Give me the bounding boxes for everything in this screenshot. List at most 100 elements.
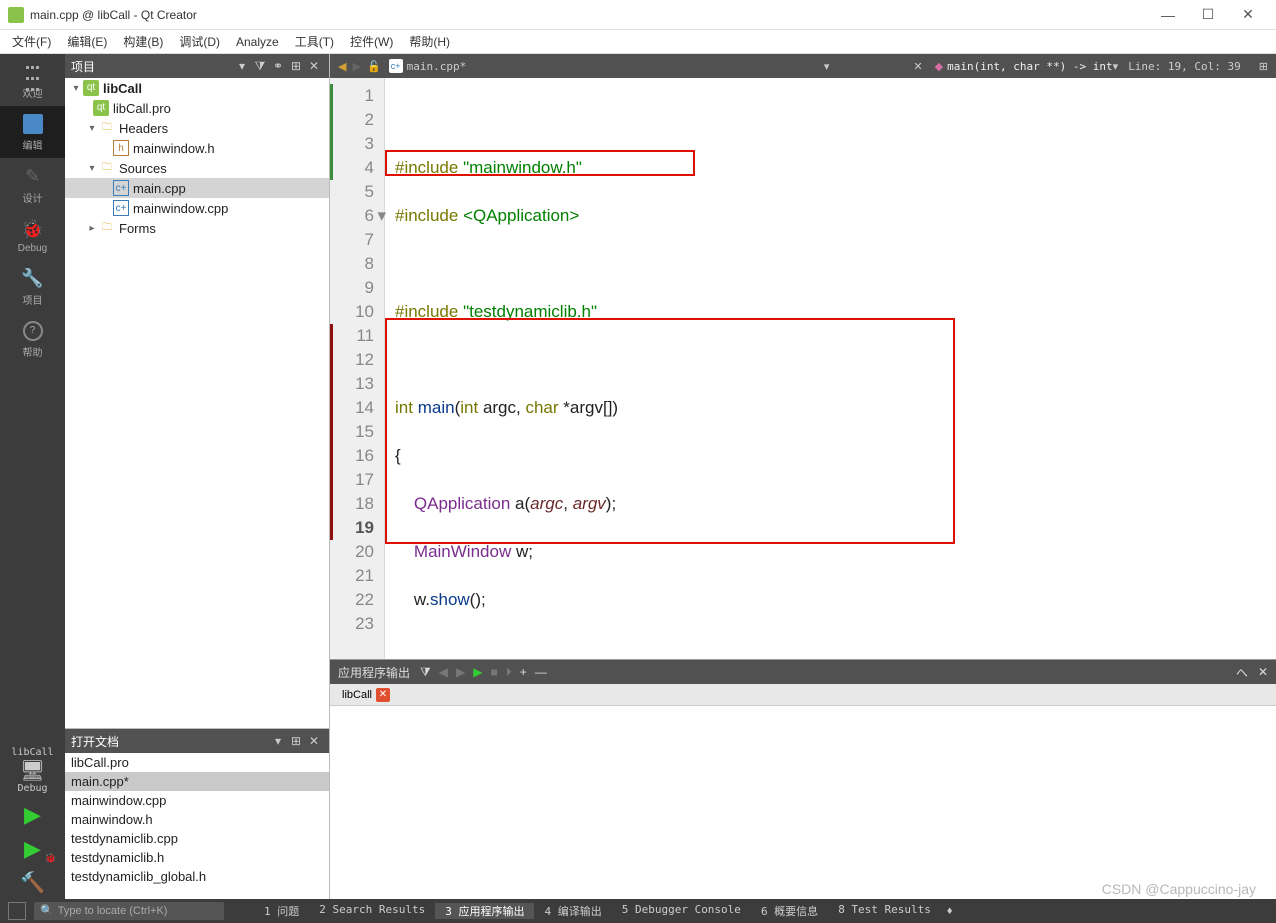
output-tab[interactable]: libCall✕	[336, 686, 396, 704]
output-tabs: libCall✕	[330, 684, 1276, 706]
split-icon[interactable]: ⊞	[287, 59, 305, 73]
attach-icon[interactable]: ⏵	[506, 665, 512, 680]
function-locator[interactable]: main(int, char **) -> int	[947, 60, 1113, 73]
locator-input[interactable]: 🔍Type to locate (Ctrl+K)	[34, 902, 224, 920]
collapse-icon[interactable]: ヘ	[1236, 664, 1248, 681]
doc-item[interactable]: mainwindow.cpp	[65, 791, 329, 810]
close-file-icon[interactable]: ✕	[913, 60, 922, 73]
status-bar: 🔍Type to locate (Ctrl+K) 1 问题 2 Search R…	[0, 899, 1276, 923]
play-icon: ▶	[1, 802, 65, 828]
line-gutter[interactable]: 12345 6 ▾ 7891011 1213141516 1718192021 …	[330, 78, 385, 659]
status-tab[interactable]: 4 编译输出	[534, 903, 611, 919]
status-tab[interactable]: 2 Search Results	[309, 903, 435, 919]
menu-help[interactable]: 帮助(H)	[401, 30, 458, 54]
status-tab[interactable]: 8 Test Results	[828, 903, 941, 919]
tree-headers[interactable]: ▾🗀Headers	[65, 118, 329, 138]
editor-toolbar: ◀ ▶ 🔓 c+ main.cpp* ▾ ✕ ◆ main(int, char …	[330, 54, 1276, 78]
menu-debug[interactable]: 调试(D)	[171, 30, 228, 54]
doc-item[interactable]: testdynamiclib.h	[65, 848, 329, 867]
prev-icon[interactable]: ◀	[439, 665, 448, 679]
split-editor-icon[interactable]: ⊞	[1251, 60, 1276, 73]
run-debug-button[interactable]: ▶🐞	[1, 832, 65, 866]
menu-edit[interactable]: 编辑(E)	[59, 30, 115, 54]
plus-icon[interactable]: +	[520, 665, 527, 679]
close-button[interactable]: ✕	[1228, 1, 1268, 29]
status-tab[interactable]: 5 Debugger Console	[612, 903, 751, 919]
editor-area: ◀ ▶ 🔓 c+ main.cpp* ▾ ✕ ◆ main(int, char …	[330, 54, 1276, 899]
dropdown-icon[interactable]: ▾	[269, 734, 287, 748]
status-tab[interactable]: 1 问题	[254, 903, 309, 919]
folder-icon: 🗀	[99, 220, 115, 236]
code-editor[interactable]: 12345 6 ▾ 7891011 1213141516 1718192021 …	[330, 78, 1276, 659]
kit-selector[interactable]: libCall 🖥 Debug	[1, 743, 65, 798]
dropdown-icon[interactable]: ▾	[824, 60, 830, 73]
app-icon	[8, 7, 24, 23]
side-panel: 项目 ▾ ⧩ ⚭ ⊞ ✕ ▾qtlibCall qtlibCall.pro ▾🗀…	[65, 54, 330, 899]
monitor-icon: 🖥	[1, 758, 65, 783]
diamond-icon: ◆	[935, 60, 943, 73]
minimize-button[interactable]: —	[1148, 1, 1188, 29]
output-title: 应用程序输出	[338, 664, 410, 681]
hammer-icon: 🔨	[1, 870, 65, 895]
panes-dropdown-icon[interactable]: ♦	[947, 905, 953, 917]
lock-icon[interactable]: 🔓	[367, 60, 381, 73]
mode-design[interactable]: ✎ 设计	[0, 158, 65, 211]
mode-help[interactable]: ? 帮助	[0, 313, 65, 365]
filter-icon[interactable]: ⧩	[420, 665, 431, 680]
mode-edit[interactable]: 编辑	[0, 106, 65, 158]
close-output-icon[interactable]: ✕	[1258, 665, 1268, 679]
link-icon[interactable]: ⚭	[269, 59, 287, 73]
project-panel-header: 项目 ▾ ⧩ ⚭ ⊞ ✕	[65, 54, 329, 78]
split-icon[interactable]: ⊞	[287, 734, 305, 748]
next-icon[interactable]: ▶	[456, 665, 465, 679]
project-tree[interactable]: ▾qtlibCall qtlibCall.pro ▾🗀Headers hmain…	[65, 78, 329, 729]
current-file-label[interactable]: main.cpp*	[407, 60, 467, 73]
nav-fwd-icon[interactable]: ▶	[352, 60, 360, 73]
window-title: main.cpp @ libCall - Qt Creator	[30, 8, 1148, 22]
build-button[interactable]: 🔨	[1, 866, 65, 899]
close-tab-icon[interactable]: ✕	[376, 688, 390, 702]
maximize-button[interactable]: ☐	[1188, 1, 1228, 29]
design-icon: ✎	[0, 166, 65, 187]
close-panel-icon[interactable]: ✕	[305, 734, 323, 748]
pro-icon: qt	[93, 100, 109, 116]
menu-analyze[interactable]: Analyze	[228, 30, 287, 54]
tree-root[interactable]: ▾qtlibCall	[65, 78, 329, 98]
tree-item[interactable]: c+main.cpp	[65, 178, 329, 198]
menu-tools[interactable]: 工具(T)	[287, 30, 342, 54]
dropdown-icon[interactable]: ▾	[233, 59, 251, 73]
status-tab[interactable]: 6 概要信息	[751, 903, 828, 919]
menu-file[interactable]: 文件(F)	[4, 30, 59, 54]
progress-indicator[interactable]	[8, 902, 26, 920]
cpp-file-icon: c+	[113, 200, 129, 216]
doc-item[interactable]: testdynamiclib_global.h	[65, 867, 329, 886]
menu-build[interactable]: 构建(B)	[115, 30, 171, 54]
stop-icon[interactable]: ■	[490, 665, 497, 679]
mode-projects[interactable]: 🔧 项目	[0, 260, 65, 313]
doc-item[interactable]: mainwindow.h	[65, 810, 329, 829]
close-panel-icon[interactable]: ✕	[305, 59, 323, 73]
tree-item[interactable]: hmainwindow.h	[65, 138, 329, 158]
doc-item[interactable]: main.cpp*	[65, 772, 329, 791]
tree-item[interactable]: c+mainwindow.cpp	[65, 198, 329, 218]
minus-icon[interactable]: —	[535, 665, 547, 679]
code-content[interactable]: #include "mainwindow.h" #include <QAppli…	[385, 78, 1276, 659]
play-icon[interactable]: ▶	[473, 665, 482, 679]
nav-back-icon[interactable]: ◀	[338, 60, 346, 73]
tree-pro[interactable]: qtlibCall.pro	[65, 98, 329, 118]
mode-welcome[interactable]: 欢迎	[0, 54, 65, 106]
output-header: 应用程序输出 ⧩ ◀ ▶ ▶ ■ ⏵ + — ヘ	[330, 660, 1276, 684]
doc-item[interactable]: testdynamiclib.cpp	[65, 829, 329, 848]
output-body[interactable]	[330, 706, 1276, 899]
project-icon: qt	[83, 80, 99, 96]
open-docs-list[interactable]: libCall.pro main.cpp* mainwindow.cpp mai…	[65, 753, 329, 899]
run-button[interactable]: ▶	[1, 798, 65, 832]
menu-widgets[interactable]: 控件(W)	[342, 30, 401, 54]
help-icon: ?	[23, 321, 43, 341]
status-tab[interactable]: 3 应用程序输出	[435, 903, 534, 919]
tree-forms[interactable]: ▸🗀Forms	[65, 218, 329, 238]
filter-icon[interactable]: ⧩	[251, 59, 269, 74]
mode-debug[interactable]: 🐞 Debug	[0, 211, 65, 260]
doc-item[interactable]: libCall.pro	[65, 753, 329, 772]
tree-sources[interactable]: ▾🗀Sources	[65, 158, 329, 178]
